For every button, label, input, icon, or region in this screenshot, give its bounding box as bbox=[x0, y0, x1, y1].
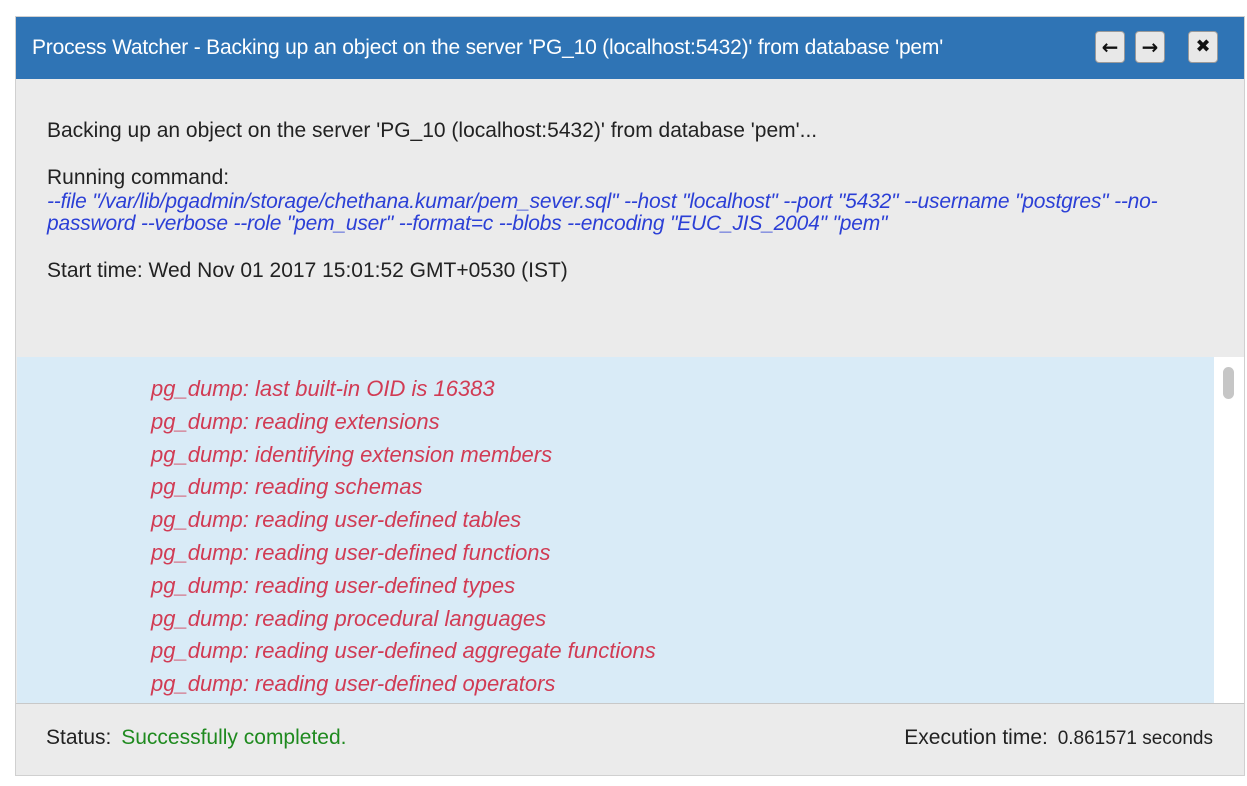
log-line: pg_dump: reading user-defined functions bbox=[151, 539, 551, 565]
log-line: pg_dump: last built-in OID is 16383 bbox=[151, 376, 495, 401]
log-line: pg_dump: reading user-defined tables bbox=[151, 507, 522, 533]
status: Status: Successfully completed. bbox=[46, 726, 347, 750]
status-label: Status: bbox=[46, 726, 112, 749]
arrow-right-icon: → bbox=[1141, 35, 1159, 59]
command-text: --file "/var/lib/pgadmin/storage/chethan… bbox=[47, 190, 1158, 235]
status-footer: Status: Successfully completed. Executio… bbox=[16, 703, 1244, 775]
process-watcher-dialog: Process Watcher - Backing up an object o… bbox=[15, 16, 1245, 776]
status-value: Successfully completed. bbox=[121, 726, 347, 749]
log-output-panel[interactable]: pg_dump: last built-in OID is 16383 pg_du… bbox=[17, 357, 1214, 703]
log-line: pg_dump: reading user-defined aggregate … bbox=[151, 638, 656, 664]
close-button[interactable]: ✖ bbox=[1188, 31, 1218, 63]
next-button[interactable]: → bbox=[1135, 31, 1165, 63]
log-line: pg_dump: reading schemas bbox=[151, 474, 423, 500]
log-line: pg_dump: identifying extension members bbox=[151, 441, 553, 467]
close-icon: ✖ bbox=[1195, 36, 1211, 57]
log-list: pg_dump: last built-in OID is 16383 pg_du… bbox=[151, 373, 656, 701]
execution-time-label: Execution time: bbox=[904, 726, 1048, 749]
process-info: Backing up an object on the server 'PG_1… bbox=[47, 117, 1217, 285]
title-bar[interactable]: Process Watcher - Backing up an object o… bbox=[16, 17, 1244, 79]
log-scrollbar[interactable] bbox=[1214, 357, 1244, 703]
execution-time: Execution time: 0.861571 seconds bbox=[904, 726, 1213, 750]
process-description: Backing up an object on the server 'PG_1… bbox=[47, 119, 818, 142]
log-line: pg_dump: reading extensions bbox=[151, 408, 440, 434]
log-line: pg_dump: reading user-defined types bbox=[151, 572, 516, 598]
command-label: Running command: bbox=[47, 166, 230, 189]
prev-button[interactable]: ← bbox=[1095, 31, 1125, 63]
execution-time-value: 0.861571 seconds bbox=[1057, 728, 1213, 749]
arrow-left-icon: ← bbox=[1101, 35, 1119, 59]
start-time: Start time: Wed Nov 01 2017 15:01:52 GMT… bbox=[47, 259, 568, 282]
scrollbar-thumb[interactable] bbox=[1223, 367, 1234, 399]
dialog-title: Process Watcher - Backing up an object o… bbox=[32, 36, 943, 59]
log-line: pg_dump: reading user-defined operators bbox=[151, 671, 556, 697]
log-line: pg_dump: reading procedural languages bbox=[151, 605, 547, 631]
